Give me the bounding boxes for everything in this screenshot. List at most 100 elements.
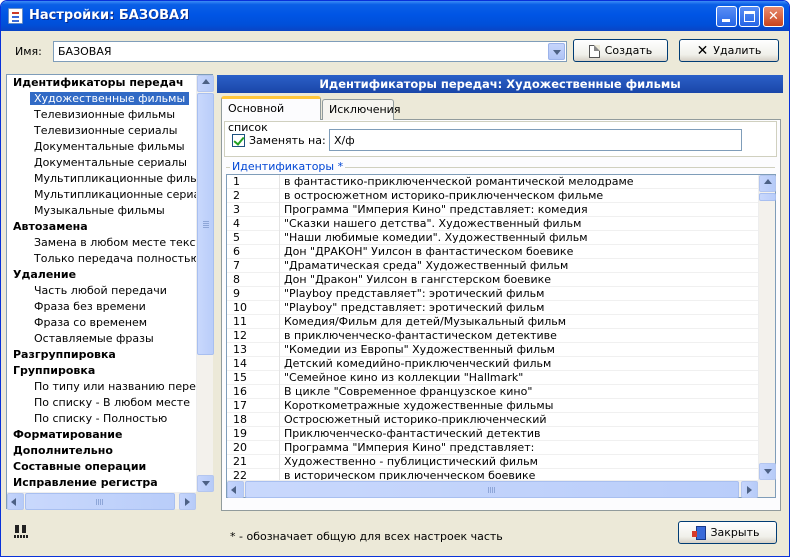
list-scroll-down-arrow-icon[interactable] xyxy=(759,463,776,480)
list-item[interactable]: 8 Дон "Дракон" Уилсон в гангстерском боев… xyxy=(227,273,758,287)
tree-item-label: Документальные фильмы xyxy=(34,140,185,153)
list-item[interactable]: 16 В цикле "Современное французское кино" xyxy=(227,385,758,399)
list-item[interactable]: 21 Художественно - публицистический фильм xyxy=(227,455,758,469)
tree-category[interactable]: Дополнительно xyxy=(7,443,197,459)
maximize-button[interactable] xyxy=(739,6,760,27)
tree-item[interactable]: Документальные сериалы xyxy=(7,155,197,171)
row-number: 2 xyxy=(233,189,240,202)
tree-hscroll-thumb[interactable] xyxy=(25,493,175,510)
tree-category[interactable]: Форматирование xyxy=(7,427,197,443)
tree-vertical-scrollbar[interactable] xyxy=(196,75,214,492)
list-item[interactable]: 3 Программа "Империя Кино" представляет: … xyxy=(227,203,758,217)
tree-item[interactable]: Музыкальные фильмы xyxy=(7,203,197,219)
replace-with-input[interactable]: Х/ф xyxy=(329,129,742,151)
close-window-button[interactable] xyxy=(763,6,784,27)
list-item[interactable]: 11 Комедия/Фильм для детей/Музыкальный фи… xyxy=(227,315,758,329)
list-item[interactable]: 22 в историческом приключенческом боевике xyxy=(227,469,758,480)
list-item[interactable]: 13 "Комедии из Европы" Художественный фил… xyxy=(227,343,758,357)
tree-item[interactable]: Фраза без времени xyxy=(7,299,197,315)
list-item[interactable]: 5 "Наши любимые комедии". Художественный … xyxy=(227,231,758,245)
tree-item[interactable]: Телевизионные сериалы xyxy=(7,123,197,139)
tree-item[interactable]: Мультипликационные сериалы xyxy=(7,187,197,203)
scroll-right-arrow-icon[interactable] xyxy=(179,493,196,510)
tree-item[interactable]: По списку - В любом месте xyxy=(7,395,197,411)
row-text: Программа "Империя Кино" представляет: xyxy=(284,441,535,454)
profile-name-combobox[interactable]: БАЗОВАЯ xyxy=(53,41,567,62)
tree-category[interactable]: Разгруппировка xyxy=(7,347,197,363)
title-bar[interactable]: Настройки: БАЗОВАЯ xyxy=(1,1,789,31)
tree-item[interactable]: Фраза со временем xyxy=(7,315,197,331)
row-number: 6 xyxy=(233,245,240,258)
scroll-up-arrow-icon[interactable] xyxy=(197,75,214,92)
tree-item-label: Часть любой передачи xyxy=(34,284,167,297)
row-number: 21 xyxy=(233,455,247,468)
row-text: Короткометражные художественные фильмы xyxy=(284,399,554,412)
list-hscroll-thumb[interactable] xyxy=(245,481,739,498)
row-number: 5 xyxy=(233,231,240,244)
list-item[interactable]: 17 Короткометражные художественные фильмы xyxy=(227,399,758,413)
profile-name-value: БАЗОВАЯ xyxy=(58,45,112,58)
row-number: 14 xyxy=(233,357,247,370)
tree-item[interactable]: Только передача полностью xyxy=(7,251,197,267)
tree-items: Идентификаторы передач Художественные фил… xyxy=(7,75,197,492)
tab-exclusions[interactable]: Исключения xyxy=(322,99,400,120)
tree-item-label: По списку - В любом месте xyxy=(34,396,190,409)
tree-item[interactable]: Оставляемые фразы xyxy=(7,331,197,347)
list-item[interactable]: 18 Остросюжетный историко-приключенческий xyxy=(227,413,758,427)
tree-item[interactable]: Мультипликационные фильмы xyxy=(7,171,197,187)
tree-item[interactable]: Замена в любом месте текста xyxy=(7,235,197,251)
delete-x-icon: ✕ xyxy=(696,42,709,59)
list-scroll-left-arrow-icon[interactable] xyxy=(227,481,244,498)
tree-item[interactable]: Часть любой передачи xyxy=(7,283,197,299)
list-item[interactable]: 2 в остросюжетном историко-приключенческо… xyxy=(227,189,758,203)
list-vertical-scrollbar[interactable] xyxy=(758,175,776,480)
tree-item[interactable]: Документальные фильмы xyxy=(7,139,197,155)
delete-button[interactable]: ✕ Удалить xyxy=(679,39,779,62)
scroll-down-arrow-icon[interactable] xyxy=(197,475,214,492)
close-button[interactable]: Закрыть xyxy=(678,521,777,544)
tab-main-list[interactable]: Основной список xyxy=(221,96,321,134)
tree-category[interactable]: Исправление регистра xyxy=(7,475,197,491)
list-scroll-right-arrow-icon[interactable] xyxy=(741,481,758,498)
tree-category[interactable]: Автозамена xyxy=(7,219,197,235)
list-item[interactable]: 9 "Playboy представляет": эротический фил… xyxy=(227,287,758,301)
list-item[interactable]: 19 Приключенческо-фантастический детектив xyxy=(227,427,758,441)
list-item[interactable]: 20 Программа "Империя Кино" представляет: xyxy=(227,441,758,455)
list-horizontal-scrollbar[interactable] xyxy=(227,480,758,498)
minimize-button[interactable] xyxy=(716,6,737,27)
scroll-left-arrow-icon[interactable] xyxy=(7,493,24,510)
list-item[interactable]: 7 "Драматическая среда" Художественный фи… xyxy=(227,259,758,273)
tree-item[interactable]: Телевизионные фильмы xyxy=(7,107,197,123)
tree-horizontal-scrollbar[interactable] xyxy=(7,492,196,510)
tree-category[interactable]: Составные операции xyxy=(7,459,197,475)
tree-item-label: Мультипликационные сериалы xyxy=(34,188,197,201)
list-item[interactable]: 12 в приключенческо-фантастическом детект… xyxy=(227,329,758,343)
binoculars-icon[interactable] xyxy=(13,524,29,540)
list-scroll-corner xyxy=(758,480,775,497)
list-item[interactable]: 15 "Семейное кино из коллекции "Hallmark" xyxy=(227,371,758,385)
list-item[interactable]: 1 в фантастико-приключенческой романтичес… xyxy=(227,175,758,189)
tree-category[interactable]: Идентификаторы передач xyxy=(7,75,197,91)
list-scroll-up-arrow-icon[interactable] xyxy=(759,175,776,192)
tree-category[interactable]: Удаление xyxy=(7,267,197,283)
tree-item[interactable]: Художественные фильмы xyxy=(7,91,197,107)
list-scroll-thumb[interactable] xyxy=(759,193,776,201)
list-item[interactable]: 14 Детский комедийно-приключенческий филь… xyxy=(227,357,758,371)
list-item[interactable]: 10 "Playboy" представляет: эротический фи… xyxy=(227,301,758,315)
tree-item-label: Удаление xyxy=(13,268,77,281)
create-button[interactable]: Создать xyxy=(573,39,668,62)
identifiers-list: 1 в фантастико-приключенческой романтичес… xyxy=(226,174,776,498)
list-item[interactable]: 4 "Сказки нашего детства". Художественный… xyxy=(227,217,758,231)
tree-item[interactable]: По типу или названию передачи xyxy=(7,379,197,395)
tree-category[interactable]: Группировка xyxy=(7,363,197,379)
chevron-down-icon[interactable] xyxy=(548,43,565,60)
list-item[interactable]: 6 Дон "ДРАКОН" Уилсон в фантастическом бо… xyxy=(227,245,758,259)
tree-item-label: Телевизионные фильмы xyxy=(34,108,176,121)
row-text: "Сказки нашего детства". Художественный … xyxy=(284,217,582,230)
row-text: Приключенческо-фантастический детектив xyxy=(284,427,541,440)
row-number: 18 xyxy=(233,413,247,426)
identifiers-rows: 1 в фантастико-приключенческой романтичес… xyxy=(227,175,758,480)
tree-scroll-thumb[interactable] xyxy=(197,93,214,355)
create-button-label: Создать xyxy=(604,44,653,57)
tree-item[interactable]: По списку - Полностью xyxy=(7,411,197,427)
